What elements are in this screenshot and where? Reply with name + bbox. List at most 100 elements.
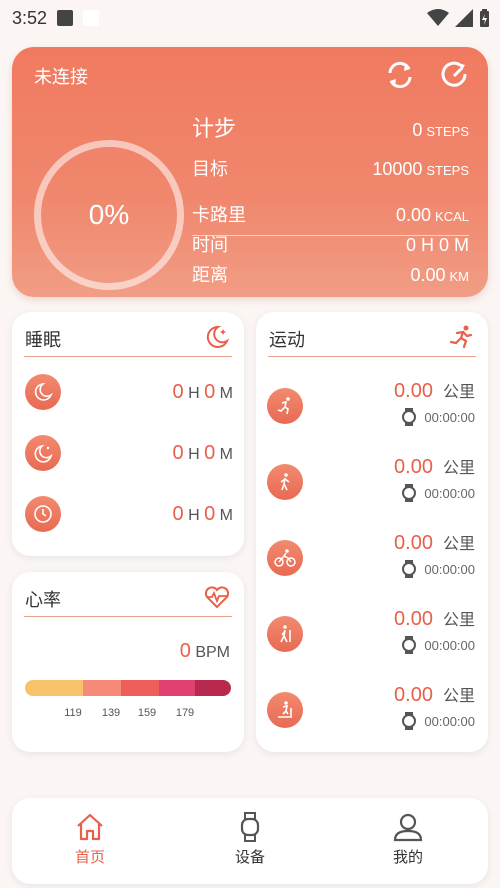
time-row: 时间 0 H 0 M (192, 231, 469, 257)
heartbeat-icon (204, 586, 230, 609)
zone-tick: 159 (137, 707, 157, 719)
sport-unit: 公里 (442, 536, 475, 553)
status-bar: 3:52 (0, 0, 500, 36)
sport-duration: 00:00:00 (424, 561, 475, 577)
distance-unit: KM (449, 269, 470, 284)
notification-icon (83, 10, 100, 26)
hours-unit: H (188, 445, 200, 463)
sport-duration: 00:00:00 (424, 409, 475, 425)
zone-ticks: 119 139 159 179 (25, 707, 231, 721)
time-label: 时间 (192, 235, 228, 256)
bpm-readout: 0 BPM (180, 640, 230, 663)
running-icon (267, 388, 303, 424)
wifi-icon (427, 9, 449, 26)
hiking-icon (267, 616, 303, 652)
progress-percent: 0% (88, 199, 130, 230)
sleep-minutes: 0 (204, 441, 216, 464)
hours-unit: H (188, 384, 200, 402)
watch-icon (402, 408, 417, 426)
distance-row: 距离 0.00 KM (192, 261, 469, 287)
moon-stars-icon (206, 325, 230, 348)
distance-value: 0.00 (410, 265, 446, 285)
bpm-value: 0 (179, 640, 191, 662)
calorie-label: 卡路里 (192, 205, 246, 226)
status-time: 3:52 (12, 7, 48, 28)
tab-device[interactable]: 设备 (210, 812, 290, 867)
sport-row-walking[interactable]: 0.00 公里 00:00:00 (267, 454, 477, 510)
watch-icon (402, 712, 417, 730)
treadmill-icon (267, 692, 303, 728)
cycling-icon (267, 540, 303, 576)
sport-unit: 公里 (442, 460, 475, 477)
sport-row-cycling[interactable]: 0.00 公里 00:00:00 (267, 530, 477, 586)
steps-value: 0 (412, 120, 423, 140)
sport-row-running[interactable]: 0.00 公里 00:00:00 (267, 378, 477, 434)
minutes-unit: M (219, 384, 233, 402)
sleep-row: 0 H 0 M (25, 495, 233, 533)
sleep-minutes: 0 (204, 380, 216, 403)
sport-duration: 00:00:00 (424, 485, 475, 501)
hours-unit: H (188, 506, 200, 524)
zone-1 (25, 680, 83, 696)
tab-profile-label: 我的 (392, 848, 423, 866)
sport-duration: 00:00:00 (424, 637, 475, 653)
tab-device-label: 设备 (234, 848, 265, 866)
bpm-unit: BPM (195, 644, 230, 661)
sport-row-hiking[interactable]: 0.00 公里 00:00:00 (267, 606, 477, 662)
title-divider (268, 356, 476, 357)
sport-unit: 公里 (442, 612, 475, 629)
bottom-tab-bar: 首页 设备 我的 (12, 798, 488, 884)
sleep-hours: 0 (172, 502, 184, 525)
sleep-row: 0 H 0 M (25, 373, 233, 411)
connection-status: 未连接 (34, 67, 88, 88)
sport-unit: 公里 (442, 384, 475, 401)
target-unit: STEPS (426, 163, 469, 178)
sleep-hours: 0 (172, 441, 184, 464)
steps-unit: STEPS (426, 124, 469, 139)
calorie-unit: KCAL (435, 209, 469, 224)
activity-summary-card: 未连接 0% 计步 0 STEPS 目标 10000 STEPS 卡路里 0.00 K… (12, 47, 488, 297)
walking-icon (267, 464, 303, 500)
moon-stars-icon (25, 435, 61, 471)
sport-card[interactable]: 运动 0.00 公里 00:00:00 0.00 公里 00:00:00 0.00 公… (256, 312, 488, 752)
time-value: 0 H 0 M (405, 235, 469, 255)
sleep-minutes: 0 (204, 502, 216, 525)
calorie-row: 卡路里 0.00 KCAL (192, 201, 469, 227)
sport-row-treadmill[interactable]: 0.00 公里 00:00:00 (267, 682, 477, 738)
sport-unit: 公里 (442, 688, 475, 705)
tab-profile[interactable]: 我的 (368, 812, 448, 867)
sleep-row: 0 H 0 M (25, 434, 233, 472)
minutes-unit: M (219, 445, 233, 463)
heart-title: 心率 (25, 590, 61, 611)
tab-home-label: 首页 (74, 848, 105, 866)
refresh-icon[interactable] (438, 59, 470, 91)
progress-ring: 0% (34, 140, 184, 290)
zone-tick: 119 (64, 707, 82, 719)
zone-3 (121, 680, 159, 696)
running-icon (449, 325, 473, 349)
tab-home[interactable]: 首页 (50, 812, 130, 867)
watch-icon (240, 812, 260, 842)
sport-distance: 0.00 (394, 608, 433, 630)
zone-2 (83, 680, 121, 696)
zone-tick: 139 (101, 707, 121, 719)
moon-icon (25, 374, 61, 410)
heart-rate-card[interactable]: 心率 0 BPM 119 139 159 179 (12, 572, 244, 752)
sport-distance: 0.00 (394, 380, 433, 402)
sync-icon[interactable] (384, 59, 416, 91)
battery-icon (480, 9, 489, 27)
sport-duration: 00:00:00 (424, 713, 475, 729)
zone-5 (195, 680, 231, 696)
minutes-unit: M (219, 506, 233, 524)
watch-icon (402, 484, 417, 502)
home-icon (77, 813, 103, 841)
steps-label: 计步 (192, 117, 237, 142)
sleep-hours: 0 (172, 380, 184, 403)
title-divider (24, 356, 232, 357)
sleep-card[interactable]: 睡眠 0 H 0 M 0 H 0 M 0 H 0 M (12, 312, 244, 556)
watch-icon (402, 636, 417, 654)
notification-icon (57, 10, 74, 26)
zone-tick: 179 (175, 707, 195, 719)
title-divider (24, 616, 232, 617)
clock-icon (25, 496, 61, 532)
